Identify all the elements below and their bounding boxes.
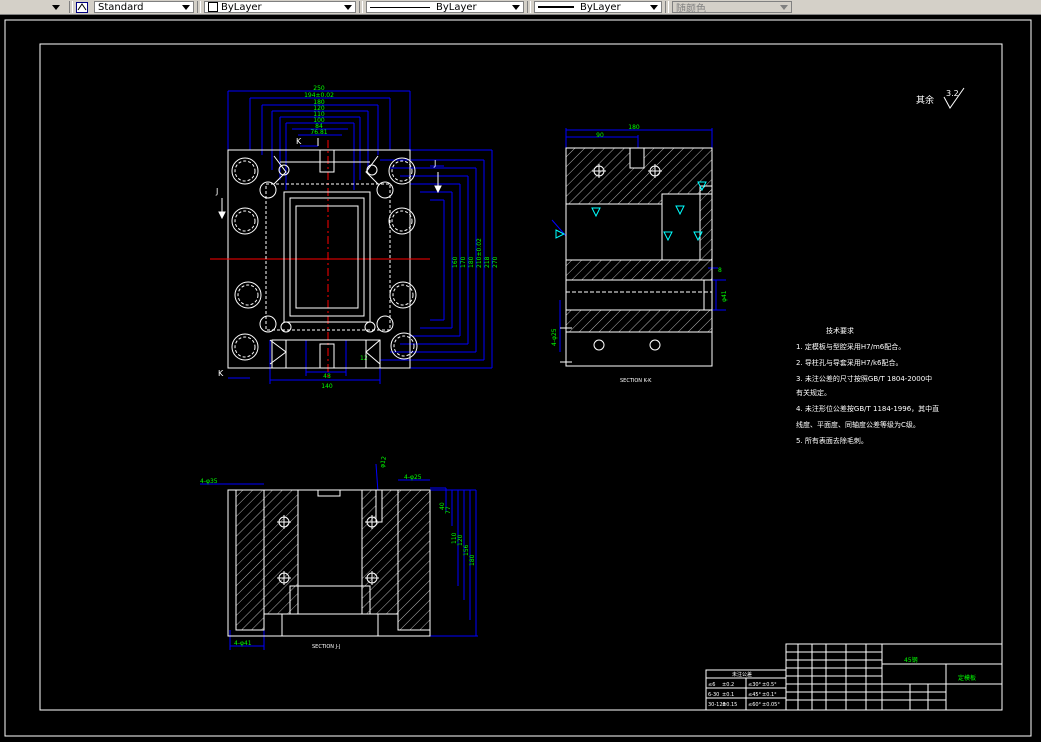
svg-text:4-φ35: 4-φ35 bbox=[200, 478, 218, 485]
svg-text:180: 180 bbox=[468, 256, 475, 268]
text-style-select[interactable]: Standard bbox=[94, 1, 194, 13]
lineweight-value: ByLayer bbox=[580, 1, 621, 13]
drawing-canvas[interactable]: 其余 3.2 250 194±0.02 180 120 110 100 84 7… bbox=[0, 15, 1041, 742]
svg-text:线度、平面度、同轴度公差等级为C级。: 线度、平面度、同轴度公差等级为C级。 bbox=[796, 420, 920, 429]
svg-text:K: K bbox=[218, 369, 224, 378]
svg-text:3.2: 3.2 bbox=[946, 89, 959, 98]
chevron-down-icon bbox=[780, 5, 788, 10]
text-style-value: Standard bbox=[98, 1, 144, 13]
svg-text:定模板: 定模板 bbox=[958, 674, 976, 682]
chevron-down-icon bbox=[182, 5, 190, 10]
section-k-rib bbox=[565, 259, 713, 281]
svg-text:其余: 其余 bbox=[916, 94, 934, 106]
layer-select[interactable]: ByLayer bbox=[204, 1, 356, 13]
color-swatch-icon bbox=[208, 2, 218, 12]
svg-text:≤45°: ≤45° bbox=[748, 692, 762, 698]
svg-text:156: 156 bbox=[463, 544, 470, 556]
toolbar-separator bbox=[69, 1, 73, 13]
svg-text:有关规定。: 有关规定。 bbox=[796, 388, 831, 397]
lineweight-select[interactable]: ByLayer bbox=[534, 1, 662, 13]
svg-text:5. 所有表面去除毛刺。: 5. 所有表面去除毛刺。 bbox=[796, 436, 868, 445]
plot-style-select[interactable]: 随颜色 bbox=[672, 1, 792, 15]
svg-text:270: 270 bbox=[492, 256, 499, 268]
svg-text:12: 12 bbox=[360, 355, 368, 362]
linetype-value: ByLayer bbox=[436, 1, 477, 13]
svg-text:77: 77 bbox=[445, 506, 452, 514]
toolbar-separator bbox=[359, 1, 363, 13]
svg-text:8: 8 bbox=[718, 267, 722, 274]
toolbar-left-dropdown[interactable] bbox=[0, 1, 66, 13]
svg-text:±0.1: ±0.1 bbox=[722, 692, 734, 698]
svg-text:140: 140 bbox=[321, 383, 333, 390]
svg-text:4. 未注形位公差按GB/T 1184-1996，其中直: 4. 未注形位公差按GB/T 1184-1996，其中直 bbox=[796, 404, 939, 413]
chevron-down-icon bbox=[344, 5, 352, 10]
svg-text:4-φ41: 4-φ41 bbox=[234, 640, 252, 647]
section-k-title: SECTION K-K bbox=[620, 378, 652, 384]
svg-text:48: 48 bbox=[323, 373, 331, 380]
svg-text:250: 250 bbox=[313, 85, 325, 92]
svg-text:≤30°: ≤30° bbox=[748, 682, 762, 688]
toolbar-separator bbox=[527, 1, 531, 13]
text-style-icon[interactable] bbox=[76, 1, 90, 13]
section-j-left-wall bbox=[235, 489, 265, 631]
svg-text:1. 定模板与型腔采用H7/m6配合。: 1. 定模板与型腔采用H7/m6配合。 bbox=[796, 342, 905, 351]
chevron-down-icon bbox=[512, 5, 520, 10]
svg-text:45钢: 45钢 bbox=[904, 656, 918, 664]
properties-toolbar: Standard ByLayer ByLayer ByLayer 随颜色 bbox=[0, 0, 1041, 15]
section-k-lower-block bbox=[565, 309, 713, 333]
svg-text:2. 导柱孔与导套采用H7/k6配合。: 2. 导柱孔与导套采用H7/k6配合。 bbox=[796, 358, 903, 367]
svg-text:160: 160 bbox=[452, 256, 459, 268]
svg-text:J: J bbox=[215, 187, 218, 196]
svg-text:J: J bbox=[433, 159, 436, 168]
section-j-title: SECTION J-J bbox=[312, 644, 340, 650]
chevron-down-icon bbox=[650, 5, 658, 10]
section-j-left-core bbox=[263, 489, 299, 615]
plot-style-value: 随颜色 bbox=[676, 3, 706, 15]
linetype-preview-icon bbox=[370, 6, 430, 8]
svg-text:±0.1°: ±0.1° bbox=[762, 692, 777, 698]
svg-text:4-φ25: 4-φ25 bbox=[551, 328, 558, 346]
layer-value: ByLayer bbox=[221, 1, 262, 13]
svg-text:120: 120 bbox=[457, 534, 464, 546]
svg-text:194±0.02: 194±0.02 bbox=[304, 92, 334, 99]
svg-text:未注公差: 未注公差 bbox=[732, 671, 752, 678]
svg-text:±0.05°: ±0.05° bbox=[762, 702, 780, 708]
toolbar-separator bbox=[197, 1, 201, 13]
svg-text:4-φ25: 4-φ25 bbox=[404, 474, 422, 481]
toolbar-separator bbox=[665, 1, 669, 13]
lineweight-preview-icon bbox=[538, 6, 574, 8]
chevron-down-icon bbox=[52, 4, 60, 10]
svg-text:90: 90 bbox=[596, 132, 604, 139]
svg-text:K: K bbox=[296, 137, 302, 146]
svg-text:180: 180 bbox=[469, 554, 476, 566]
linetype-select[interactable]: ByLayer bbox=[366, 1, 524, 13]
svg-text:3. 未注公差的尺寸按照GB/T 1804-2000中: 3. 未注公差的尺寸按照GB/T 1804-2000中 bbox=[796, 374, 932, 383]
svg-text:≤60°: ≤60° bbox=[748, 702, 762, 708]
section-j-right-wall bbox=[397, 489, 431, 631]
svg-text:76.81: 76.81 bbox=[310, 129, 327, 136]
svg-text:180: 180 bbox=[628, 124, 640, 131]
svg-text:218: 218 bbox=[484, 256, 491, 268]
svg-text:±0.2: ±0.2 bbox=[722, 682, 734, 688]
svg-text:6-30: 6-30 bbox=[708, 692, 719, 698]
svg-text:技术要求: 技术要求 bbox=[826, 326, 854, 335]
svg-text:±0.5°: ±0.5° bbox=[762, 682, 777, 688]
svg-text:±0.15: ±0.15 bbox=[722, 702, 737, 708]
svg-text:≤6: ≤6 bbox=[708, 682, 715, 688]
svg-text:170: 170 bbox=[460, 256, 467, 268]
svg-text:φ41: φ41 bbox=[721, 290, 728, 302]
svg-text:210±0.02: 210±0.02 bbox=[476, 238, 483, 268]
